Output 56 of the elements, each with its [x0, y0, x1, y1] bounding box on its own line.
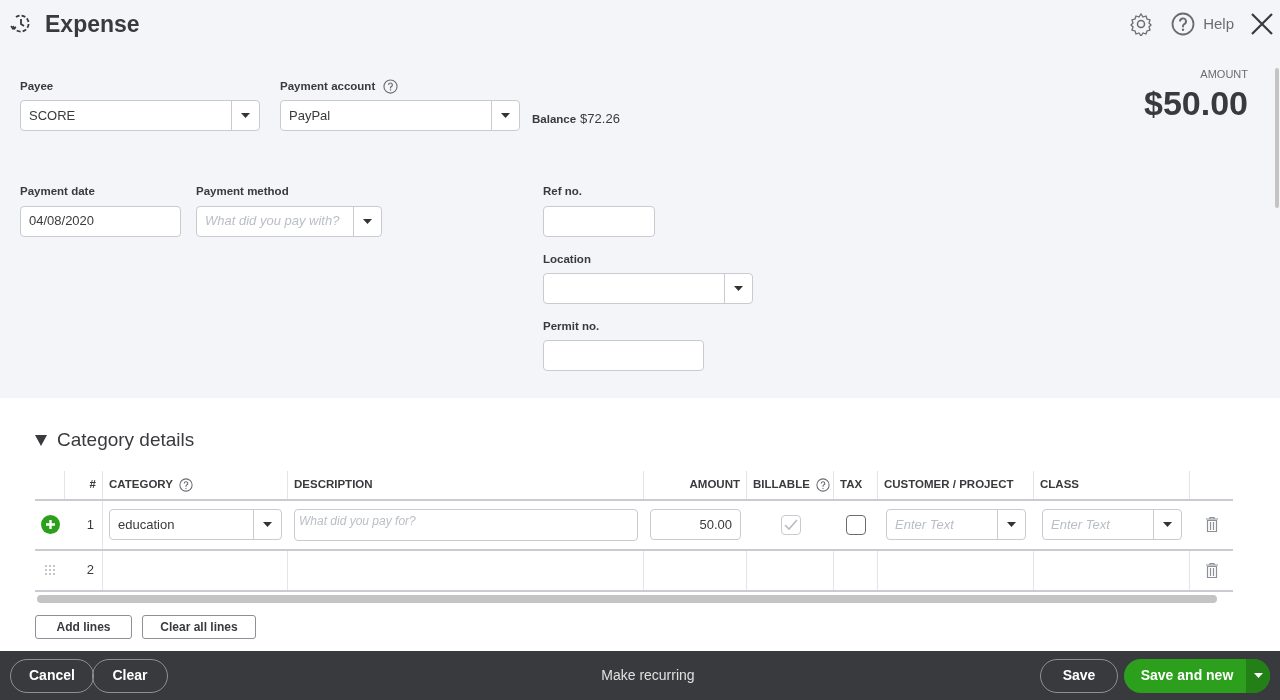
- help-link[interactable]: Help: [1203, 12, 1234, 36]
- caret-icon: [501, 113, 510, 119]
- help-icon[interactable]: [178, 477, 193, 492]
- caret-icon: [263, 522, 272, 527]
- ref-no-field[interactable]: [543, 205, 655, 237]
- add-icon[interactable]: [40, 515, 60, 534]
- payee-dropdown[interactable]: SCORE: [20, 100, 260, 132]
- drag-handle-icon[interactable]: [45, 565, 55, 575]
- column-header: TAX: [840, 476, 863, 492]
- vertical-scrollbar[interactable]: [1275, 68, 1279, 208]
- column-header: #: [89, 476, 96, 492]
- caret-icon: [734, 285, 743, 291]
- close-icon[interactable]: [1250, 12, 1274, 36]
- permit-no-field[interactable]: [543, 340, 704, 371]
- help-icon[interactable]: [815, 477, 830, 492]
- checkbox[interactable]: [846, 514, 866, 535]
- column-header: BILLABLE: [753, 476, 810, 492]
- balance-value: $72.26: [580, 110, 620, 128]
- column-header: DESCRIPTION: [294, 476, 373, 492]
- add-lines-button[interactable]: Add lines: [35, 614, 132, 639]
- field-label: Permit no.: [543, 318, 600, 334]
- payment-account-dropdown[interactable]: PayPal: [280, 100, 520, 132]
- caret-icon: [241, 113, 250, 119]
- collapse-triangle-icon[interactable]: [35, 434, 47, 446]
- amount-label: AMOUNT: [1200, 67, 1248, 82]
- caret-icon: [363, 218, 372, 224]
- caret-icon: [1007, 522, 1016, 527]
- horizontal-scrollbar[interactable]: [37, 594, 1217, 603]
- trash-icon[interactable]: [1205, 562, 1218, 578]
- field-label: Payment date: [20, 184, 95, 200]
- amount-field[interactable]: 50.00: [650, 509, 741, 540]
- column-header: CUSTOMER / PROJECT: [884, 476, 1014, 492]
- caret-icon[interactable]: [1253, 673, 1263, 678]
- payment-date-field[interactable]: 04/08/2020: [20, 205, 181, 237]
- help-icon[interactable]: [383, 79, 399, 95]
- row-number: 1: [86, 515, 94, 534]
- make-recurring-link[interactable]: Make recurring: [601, 665, 695, 686]
- category-dropdown[interactable]: education: [109, 509, 282, 540]
- settings-icon[interactable]: [1129, 12, 1154, 36]
- column-header: CLASS: [1040, 476, 1079, 492]
- help-icon[interactable]: [1171, 12, 1196, 36]
- balance-label: Balance: [532, 112, 577, 127]
- window-title: Expense: [45, 9, 140, 39]
- field-label: Ref no.: [543, 184, 582, 200]
- column-header: AMOUNT: [689, 476, 740, 492]
- field-label: Payment account: [280, 79, 376, 94]
- amount-total: $50.00: [1144, 82, 1248, 123]
- row-number: 2: [86, 561, 94, 580]
- field-label: Payment method: [196, 184, 289, 200]
- field-label: Location: [543, 251, 591, 267]
- trash-icon[interactable]: [1205, 517, 1218, 532]
- caret-icon: [1163, 522, 1172, 527]
- column-header: CATEGORY: [109, 476, 173, 492]
- section-title: Category details: [57, 428, 195, 452]
- field-label: Payee: [20, 79, 54, 94]
- clear-all-lines-button[interactable]: Clear all lines: [142, 614, 256, 639]
